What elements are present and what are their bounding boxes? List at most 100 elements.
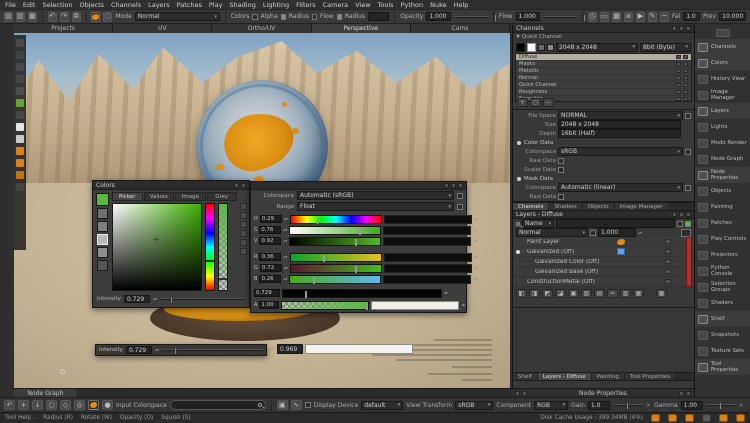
lock-alpha-button[interactable] [590,230,596,236]
layer-row-galvanized-base[interactable]: Galvanized Base (Off) [513,267,694,277]
stack-icon[interactable]: ⧈ [624,12,633,22]
file-space-select[interactable]: NORMAL▾ [558,111,683,120]
checker-icon[interactable]: ▦ [612,12,621,22]
layers-scrollbar[interactable] [686,237,692,287]
menu-objects[interactable]: Objects [79,1,104,9]
flow-slider[interactable] [543,16,577,18]
palette-item-lights[interactable]: Lights [695,119,750,135]
mini-button[interactable] [240,212,247,219]
saturation-value-picker[interactable]: + [112,203,202,291]
screen-icon[interactable]: ▭ [600,12,609,22]
palette-item-node-properties[interactable]: Node Properties [695,167,750,183]
tab-cams[interactable]: Cams [411,24,510,33]
menu-channels[interactable]: Channels [111,1,141,9]
channel-size-select[interactable]: 2048 x 2048▾ [556,43,638,52]
layer-action-button[interactable]: ▥ [620,289,631,298]
channel-row[interactable]: Metallic [516,68,691,75]
value-slider[interactable] [289,237,381,246]
dock-tab-tool-properties[interactable]: Tool Properties [625,373,676,380]
palette-item-play-controls[interactable]: Play Controls [695,231,750,247]
tool-icon-orange[interactable] [16,147,24,155]
palette-item-channels[interactable]: Channels [695,39,750,55]
tab-projects[interactable]: Projects [14,24,113,33]
vector-icon[interactable]: ✎ [648,12,657,22]
palette-item-objects[interactable]: Objects [695,183,750,199]
channel-row[interactable]: Quick Channel [516,82,691,89]
layers-titlebar[interactable]: Layers - Diffuse [513,211,694,219]
dock-tab-shaders[interactable]: Shaders [549,203,582,210]
black-swatch[interactable] [516,43,525,52]
display-device-select[interactable]: default▾ [361,401,403,410]
grey-swatch[interactable] [97,208,108,219]
layer-visibility-toggle[interactable] [665,279,671,284]
tool-icon[interactable] [16,39,24,47]
tool-icon-orange[interactable] [16,171,24,179]
alpha-slider[interactable] [281,301,369,310]
channel-colorspace-select[interactable]: sRGB▾ [558,147,683,156]
tab-uv[interactable]: UV [113,24,212,33]
menu-tools[interactable]: Tools [378,1,394,9]
display-checkbox[interactable] [305,402,311,408]
paint-node-icon[interactable] [88,400,99,410]
green-field[interactable]: 0.72 [260,264,282,272]
status-orange-icon[interactable] [651,414,660,422]
node-graph-tab[interactable]: Node Graph [14,389,78,397]
palette-item-layers[interactable]: Layers [695,103,750,119]
hue-strip[interactable] [205,203,215,291]
menu-lighting[interactable]: Lighting [263,1,289,9]
tool-icon-grey[interactable] [16,135,24,143]
gain-field[interactable]: 1.0 [588,401,610,410]
palette-item-shelf[interactable]: Shelf [695,311,750,327]
sphere-node-icon[interactable]: ● [102,400,113,410]
dock-tab-objects[interactable]: Objects [583,203,615,210]
palette-item-modo-render[interactable]: Modo Render [695,135,750,151]
mini-button[interactable] [240,221,247,228]
tool-icon[interactable] [16,87,24,95]
range-select[interactable]: Float▾ [297,202,454,211]
palette-item-patches[interactable]: Patches [695,215,750,231]
intensity-value-field[interactable]: 0.729 [254,289,280,297]
blend-mode-select[interactable]: Normal▾ [516,228,588,237]
open-project-icon[interactable]: ▥ [16,12,25,22]
palette-item-history-view[interactable]: History View [695,71,750,87]
fal-field[interactable]: 1.0 [683,12,700,21]
view-transform-select[interactable]: sRGB▾ [455,401,493,410]
alpha-checkbox[interactable] [252,14,257,20]
menu-python[interactable]: Python [401,1,424,9]
pan-icon[interactable]: + [18,400,29,410]
status-orange-icon[interactable] [719,414,728,422]
tab-values[interactable]: Values [144,192,175,201]
layer-action-button[interactable]: ◨ [529,289,540,298]
panel-window-buttons[interactable] [444,183,463,188]
filter-green-toggle[interactable] [685,221,691,227]
flow-checkbox[interactable] [312,14,317,20]
snapshot-icon[interactable]: ▣ [277,400,288,410]
hue-slider[interactable] [290,215,382,224]
layer-grid-button[interactable]: ▦ [656,289,667,298]
grey-swatch[interactable] [97,260,108,271]
remove-channel-button[interactable]: − [543,98,554,107]
green-slider[interactable] [290,264,382,273]
prev-field[interactable]: 10.000 [719,12,746,21]
status-orange-icon[interactable] [736,414,745,422]
channel-row[interactable]: Roughness [516,89,691,96]
floating-intensity-track[interactable] [162,349,263,351]
dock-tab-channels[interactable]: Channels [513,203,549,210]
value-field[interactable]: 0.92 [259,237,281,245]
channel-row[interactable]: Normal [516,75,691,82]
mini-button[interactable] [240,230,247,237]
layer-action-button[interactable]: ▦ [633,289,644,298]
channel-row-selected[interactable]: Diffuse [516,54,691,61]
colorspace-option-button[interactable] [457,193,463,199]
menu-file[interactable]: File [5,1,16,9]
copy-icon[interactable]: ⧉ [72,12,81,22]
layer-action-button[interactable]: ◪ [555,289,566,298]
layer-visibility-toggle[interactable] [665,259,671,264]
undo-icon[interactable]: ↶ [48,12,57,22]
palette-item-projectors[interactable]: Projectors [695,247,750,263]
menu-filters[interactable]: Filters [296,1,315,9]
save-project-icon[interactable]: ▦ [28,12,37,22]
tool-icon-orange[interactable] [16,159,24,167]
opacity-field[interactable]: 1.000 [426,12,451,21]
tab-grey[interactable]: Grey [207,192,238,201]
